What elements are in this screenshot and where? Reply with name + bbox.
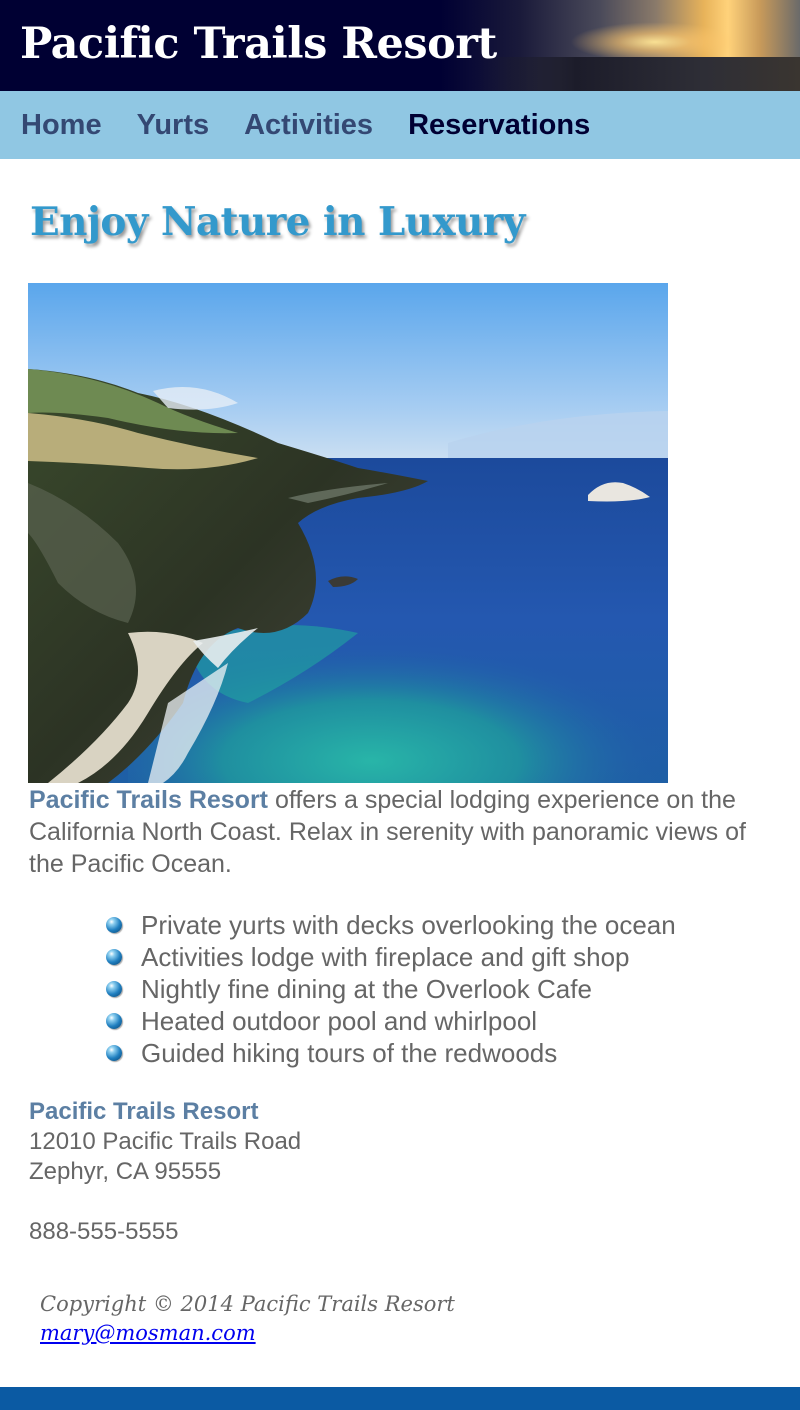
feature-text: Nightly fine dining at the Overlook Cafe	[141, 974, 592, 1004]
nav-link-activities[interactable]: Activities	[244, 105, 373, 145]
intro-brand-name: Pacific Trails Resort	[29, 786, 269, 814]
blue-sphere-bullet-icon	[106, 981, 122, 997]
intro-paragraph: Pacific Trails Resort offers a special l…	[29, 784, 774, 880]
feature-item: Heated outdoor pool and whirlpool	[106, 1005, 676, 1037]
feature-item: Activities lodge with fireplace and gift…	[106, 941, 676, 973]
email-link[interactable]: mary@mosman.com	[40, 1321, 256, 1345]
page-heading: Enjoy Nature in Luxury	[30, 199, 525, 245]
feature-item: Nightly fine dining at the Overlook Cafe	[106, 973, 676, 1005]
feature-item: Guided hiking tours of the redwoods	[106, 1037, 676, 1069]
contact-city: Zephyr, CA 95555	[29, 1158, 222, 1185]
blue-sphere-bullet-icon	[106, 949, 122, 965]
feature-text: Guided hiking tours of the redwoods	[141, 1038, 558, 1068]
contact-phone: 888-555-5555	[29, 1218, 179, 1245]
blue-sphere-bullet-icon	[106, 1045, 122, 1061]
feature-text: Activities lodge with fireplace and gift…	[141, 942, 630, 972]
blue-sphere-bullet-icon	[106, 917, 122, 933]
blue-sphere-bullet-icon	[106, 1013, 122, 1029]
site-footer: Copyright © 2014 Pacific Trails Resort m…	[40, 1290, 455, 1348]
main-nav: Home Yurts Activities Reservations	[0, 91, 800, 159]
nav-link-yurts[interactable]: Yurts	[137, 105, 210, 145]
sunset-glow	[570, 22, 740, 62]
feature-list: Private yurts with decks overlooking the…	[106, 909, 676, 1069]
contact-name: Pacific Trails Resort	[29, 1098, 259, 1125]
sunset-sea	[480, 57, 800, 91]
feature-text: Private yurts with decks overlooking the…	[141, 910, 676, 940]
site-header: Pacific Trails Resort	[0, 0, 800, 91]
contact-info: Pacific Trails Resort 12010 Pacific Trai…	[29, 1097, 301, 1247]
coastline-photo	[28, 283, 668, 783]
nav-list: Home Yurts Activities Reservations	[21, 105, 625, 145]
site-title: Pacific Trails Resort	[20, 19, 497, 69]
feature-text: Heated outdoor pool and whirlpool	[141, 1006, 538, 1036]
nav-link-home[interactable]: Home	[21, 105, 102, 145]
nav-link-reservations[interactable]: Reservations	[408, 105, 590, 145]
contact-street: 12010 Pacific Trails Road	[29, 1128, 302, 1155]
bottom-bar	[0, 1387, 800, 1410]
feature-item: Private yurts with decks overlooking the…	[106, 909, 676, 941]
copyright-text: Copyright © 2014 Pacific Trails Resort	[40, 1292, 455, 1316]
